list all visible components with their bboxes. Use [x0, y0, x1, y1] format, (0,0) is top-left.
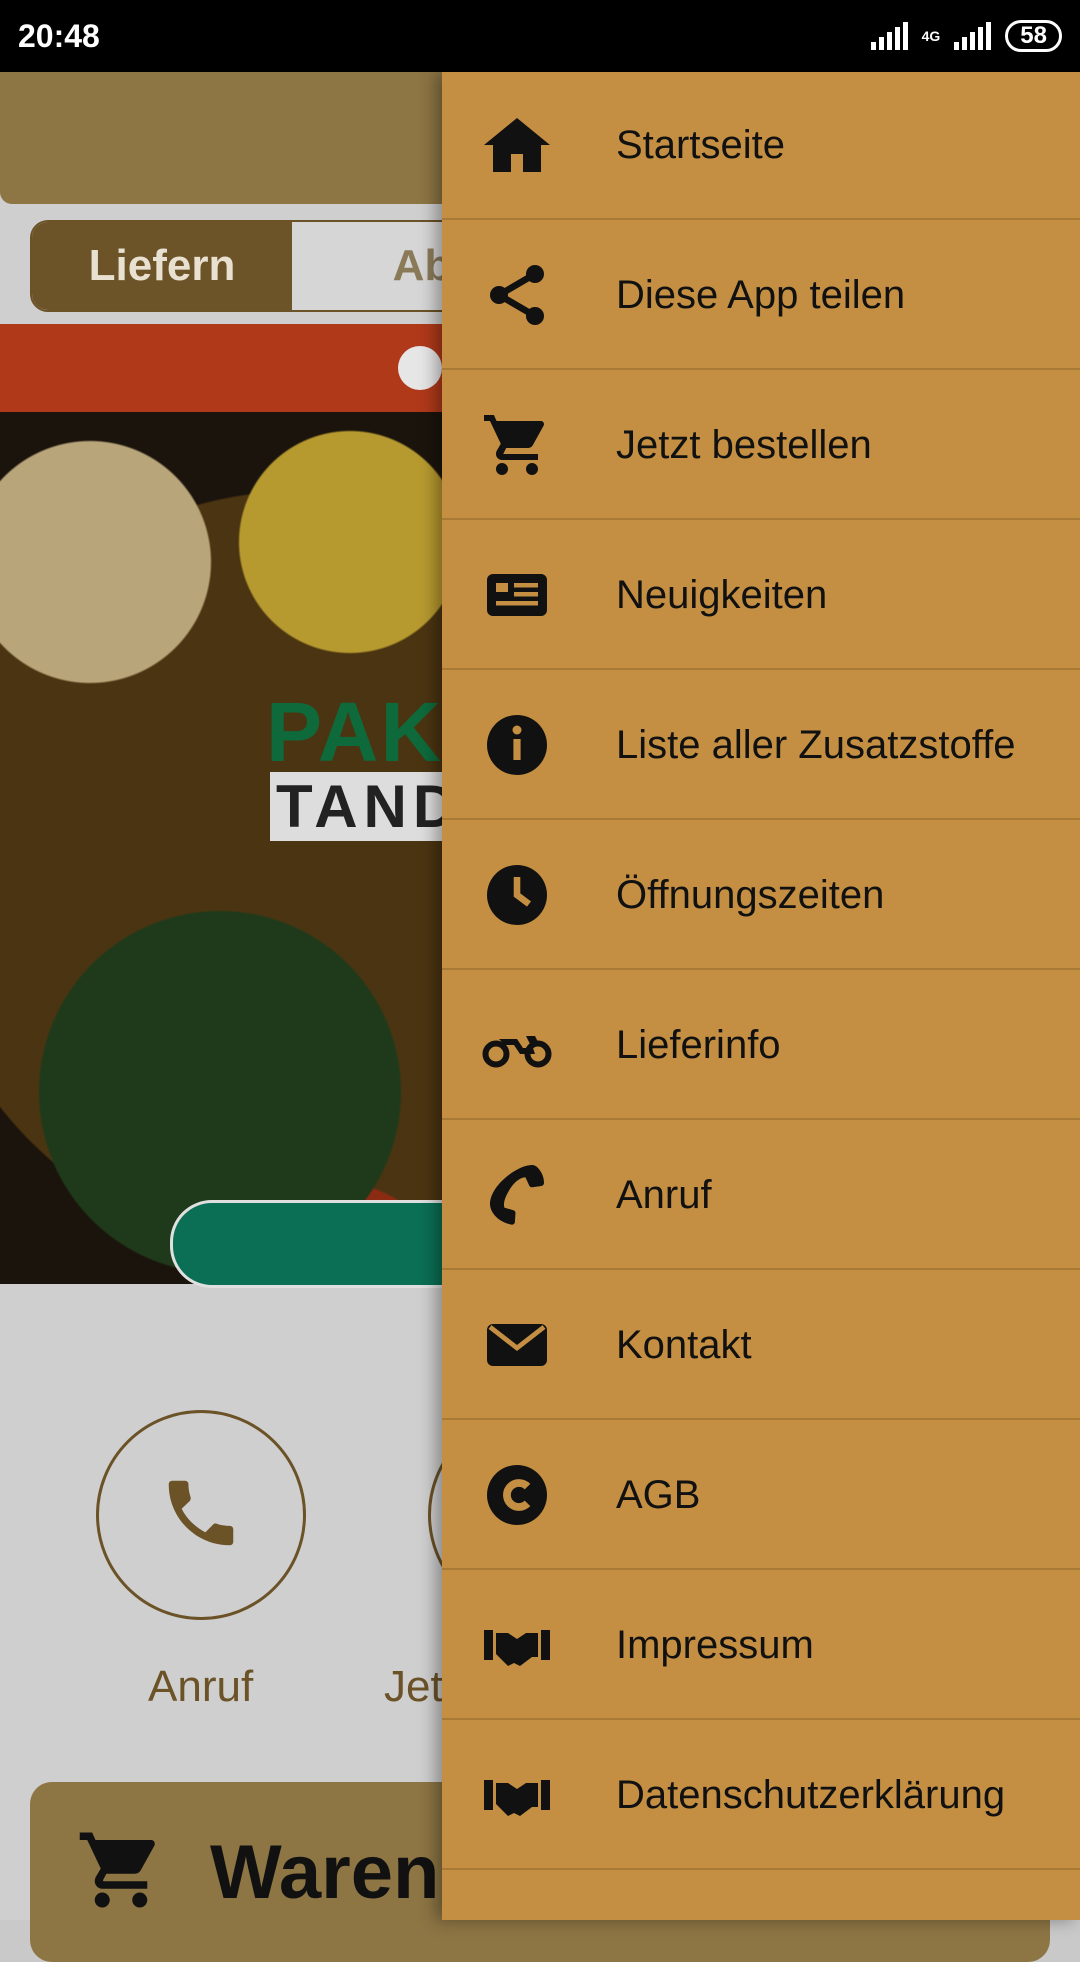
call-button-label: Anruf: [148, 1662, 254, 1711]
drawer-item-label: Jetzt bestellen: [616, 422, 872, 467]
signal-icon-2: [954, 22, 992, 50]
navigation-drawer: Startseite Diese App teilen Jetzt bestel…: [442, 72, 1080, 1920]
tab-liefern[interactable]: Liefern: [32, 222, 292, 310]
drawer-item-label: Liste aller Zusatzstoffe: [616, 722, 1016, 767]
motorcycle-icon: [442, 1009, 592, 1081]
restaurant-logo-top: PAK: [266, 685, 444, 779]
signal-icon: [870, 22, 908, 50]
newspaper-icon: [442, 559, 592, 631]
drawer-item-opening-hours[interactable]: Öffnungszeiten: [442, 822, 1080, 970]
drawer-item-additives[interactable]: Liste aller Zusatzstoffe: [442, 672, 1080, 820]
drawer-item-label: Startseite: [616, 122, 785, 167]
drawer-item-agb[interactable]: AGB: [442, 1422, 1080, 1570]
envelope-icon: [442, 1309, 592, 1381]
drawer-item-news[interactable]: Neuigkeiten: [442, 522, 1080, 670]
drawer-item-label: Kontakt: [616, 1322, 752, 1367]
drawer-item-privacy[interactable]: Datenschutzerklärung: [442, 1722, 1080, 1870]
drawer-item-label: Diese App teilen: [616, 272, 906, 317]
drawer-item-label: Impressum: [616, 1622, 814, 1667]
drawer-item-order[interactable]: Jetzt bestellen: [442, 372, 1080, 520]
order-now-label: Jet: [384, 1662, 443, 1711]
share-icon: [442, 259, 592, 331]
cart-icon: [76, 1825, 166, 1920]
cart-icon: [442, 409, 592, 481]
restaurant-logo-bottom: TAND: [270, 772, 469, 841]
call-button[interactable]: [96, 1410, 306, 1620]
drawer-item-startseite[interactable]: Startseite: [442, 72, 1080, 220]
drawer-item-call[interactable]: Anruf: [442, 1122, 1080, 1270]
status-bar: 20:48 4G 58: [0, 0, 1080, 72]
drawer-item-label: Datenschutzerklärung: [616, 1772, 1006, 1817]
status-time: 20:48: [18, 17, 100, 54]
drawer-item-impressum[interactable]: Impressum: [442, 1572, 1080, 1720]
drawer-item-label: Lieferinfo: [616, 1022, 781, 1067]
drawer-item-label: Anruf: [616, 1172, 712, 1217]
phone-icon: [442, 1159, 592, 1231]
handshake-icon: [442, 1609, 592, 1681]
drawer-item-label: Öffnungszeiten: [616, 872, 885, 917]
copyright-icon: [442, 1459, 592, 1531]
home-icon: [442, 109, 592, 181]
drawer-item-label: Neuigkeiten: [616, 572, 828, 617]
drawer-item-contact[interactable]: Kontakt: [442, 1272, 1080, 1420]
handshake-icon: [442, 1759, 592, 1831]
drawer-item-share[interactable]: Diese App teilen: [442, 222, 1080, 370]
phone-icon: [158, 1470, 244, 1561]
clock-icon: [442, 859, 592, 931]
info-icon: [442, 709, 592, 781]
drawer-item-delivery-info[interactable]: Lieferinfo: [442, 972, 1080, 1120]
star-badge-icon: [398, 346, 442, 390]
drawer-menu: Startseite Diese App teilen Jetzt bestel…: [442, 72, 1080, 1870]
network-type: 4G: [921, 28, 941, 44]
battery-indicator: 58: [1005, 20, 1062, 52]
drawer-item-label: AGB: [616, 1472, 701, 1517]
